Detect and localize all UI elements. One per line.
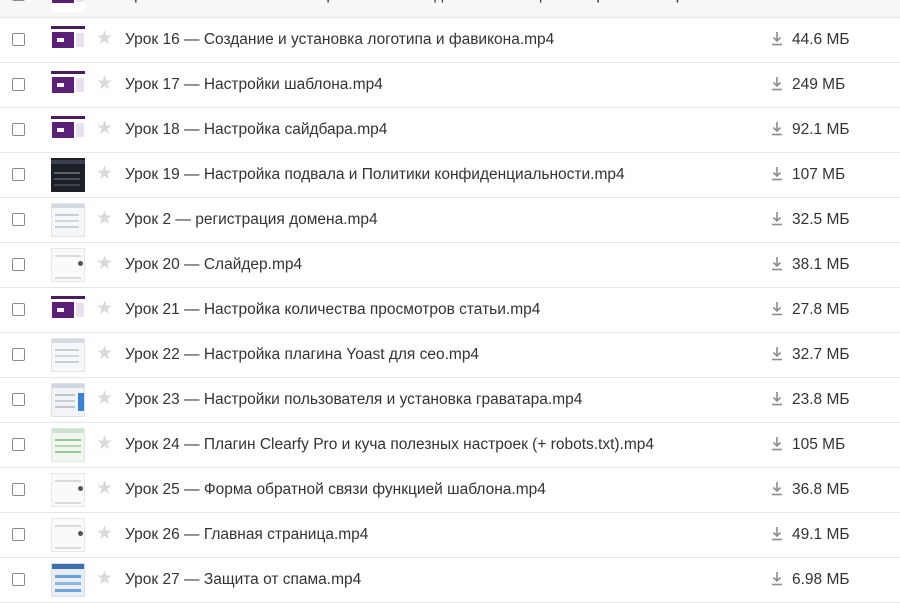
video-thumbnail[interactable] [51, 338, 85, 372]
download-icon[interactable] [770, 255, 784, 273]
video-thumbnail[interactable] [51, 248, 85, 282]
download-icon[interactable] [770, 390, 784, 408]
file-size: 23.8 МБ [792, 391, 850, 408]
file-name[interactable]: Урок 15 — Установка и настройка плагина … [125, 0, 693, 4]
video-thumbnail[interactable] [51, 563, 85, 597]
checkbox-icon[interactable] [12, 393, 25, 406]
file-size: 44.6 МБ [792, 31, 850, 48]
star-icon[interactable]: ★ [96, 479, 113, 499]
file-name[interactable]: Урок 18 — Настройка сайдбара.mp4 [125, 121, 387, 139]
download-icon[interactable] [770, 345, 784, 363]
checkbox-icon[interactable] [12, 438, 25, 451]
file-size: 249 МБ [792, 76, 846, 93]
video-thumbnail[interactable] [51, 113, 85, 147]
star-icon[interactable]: ★ [96, 29, 113, 49]
download-icon[interactable] [770, 210, 784, 228]
star-icon[interactable]: ★ [96, 119, 113, 139]
file-row[interactable]: ★ Урок 2 — регистрация домена.mp4 32.5 МБ [0, 198, 900, 243]
video-thumbnail[interactable] [51, 158, 85, 192]
file-size: 6.98 МБ [792, 571, 850, 588]
download-icon[interactable] [770, 75, 784, 93]
video-thumbnail[interactable] [51, 383, 85, 417]
download-icon[interactable] [770, 120, 784, 138]
file-size: 49.1 МБ [792, 526, 850, 543]
file-row[interactable]: ★ Урок 23 — Настройки пользователя и уста… [0, 378, 900, 423]
checkbox-icon[interactable] [12, 483, 25, 496]
file-name[interactable]: Урок 22 — Настройка плагина Yoast для се… [125, 346, 479, 364]
star-icon[interactable]: ★ [96, 254, 113, 274]
file-name[interactable]: Урок 27 — Защита от спама.mp4 [125, 571, 361, 589]
checkbox-icon[interactable] [12, 168, 25, 181]
video-thumbnail[interactable] [51, 203, 85, 237]
star-icon[interactable]: ★ [96, 0, 113, 4]
file-row[interactable]: ★ Урок 17 — Настройки шаблона.mp4 249 МБ [0, 63, 900, 108]
file-name[interactable]: Урок 20 — Слайдер.mp4 [125, 256, 302, 274]
file-name[interactable]: Урок 19 — Настройка подвала и Политики к… [125, 166, 625, 184]
video-thumbnail[interactable] [51, 518, 85, 552]
file-size: 105 МБ [792, 436, 846, 453]
checkbox-icon[interactable] [12, 0, 25, 1]
file-size: 32.7 МБ [792, 346, 850, 363]
download-icon[interactable] [770, 300, 784, 318]
download-icon[interactable] [770, 570, 784, 588]
file-name[interactable]: Урок 26 — Главная страница.mp4 [125, 526, 368, 544]
file-row[interactable]: ★ Урок 18 — Настройка сайдбара.mp4 92.1 МБ [0, 108, 900, 153]
checkbox-icon[interactable] [12, 213, 25, 226]
download-icon[interactable] [770, 165, 784, 183]
star-icon[interactable]: ★ [96, 74, 113, 94]
file-row[interactable]: ★ Урок 15 — Установка и настройка плагина… [0, 0, 900, 18]
file-row[interactable]: ★ Урок 25 — Форма обратной связи функцией… [0, 468, 900, 513]
file-name[interactable]: Урок 2 — регистрация домена.mp4 [125, 211, 378, 229]
download-icon[interactable] [770, 30, 784, 48]
checkbox-icon[interactable] [12, 78, 25, 91]
checkbox-icon[interactable] [12, 303, 25, 316]
file-row[interactable]: ★ Урок 16 — Создание и установка логотипа… [0, 18, 900, 63]
star-icon[interactable]: ★ [96, 434, 113, 454]
file-size: 107 МБ [792, 166, 846, 183]
video-thumbnail[interactable] [51, 428, 85, 462]
file-size: 32.5 МБ [792, 211, 850, 228]
file-row[interactable]: ★ Урок 26 — Главная страница.mp4 49.1 МБ [0, 513, 900, 558]
file-name[interactable]: Урок 24 — Плагин Clearfy Pro и куча поле… [125, 436, 654, 454]
video-thumbnail[interactable] [51, 68, 85, 102]
file-size: 36.8 МБ [792, 481, 850, 498]
star-icon[interactable]: ★ [96, 299, 113, 319]
star-icon[interactable]: ★ [96, 389, 113, 409]
video-thumbnail[interactable] [51, 23, 85, 57]
file-name[interactable]: Урок 21 — Настройка количества просмотро… [125, 301, 540, 319]
download-icon[interactable] [770, 480, 784, 498]
file-size: 92.1 МБ [792, 121, 850, 138]
file-row[interactable]: ★ Урок 20 — Слайдер.mp4 38.1 МБ [0, 243, 900, 288]
star-icon[interactable]: ★ [96, 524, 113, 544]
download-icon[interactable] [770, 435, 784, 453]
file-list: ★ Урок 15 — Установка и настройка плагина… [0, 0, 900, 603]
file-row[interactable]: ★ Урок 19 — Настройка подвала и Политики … [0, 153, 900, 198]
file-row[interactable]: ★ Урок 27 — Защита от спама.mp4 6.98 МБ [0, 558, 900, 603]
file-size: 27.8 МБ [792, 301, 850, 318]
video-thumbnail[interactable] [51, 0, 85, 12]
download-icon[interactable] [770, 525, 784, 543]
star-icon[interactable]: ★ [96, 164, 113, 184]
video-thumbnail[interactable] [51, 293, 85, 327]
file-row[interactable]: ★ Урок 24 — Плагин Clearfy Pro и куча пол… [0, 423, 900, 468]
file-row[interactable]: ★ Урок 21 — Настройка количества просмотр… [0, 288, 900, 333]
checkbox-icon[interactable] [12, 258, 25, 271]
checkbox-icon[interactable] [12, 348, 25, 361]
star-icon[interactable]: ★ [96, 569, 113, 589]
file-name[interactable]: Урок 17 — Настройки шаблона.mp4 [125, 76, 383, 94]
checkbox-icon[interactable] [12, 528, 25, 541]
file-name[interactable]: Урок 25 — Форма обратной связи функцией … [125, 481, 546, 499]
file-name[interactable]: Урок 16 — Создание и установка логотипа … [125, 31, 554, 49]
star-icon[interactable]: ★ [96, 344, 113, 364]
checkbox-icon[interactable] [12, 573, 25, 586]
star-icon[interactable]: ★ [96, 209, 113, 229]
file-size: 38.1 МБ [792, 256, 850, 273]
file-row[interactable]: ★ Урок 22 — Настройка плагина Yoast для с… [0, 333, 900, 378]
video-thumbnail[interactable] [51, 473, 85, 507]
checkbox-icon[interactable] [12, 33, 25, 46]
checkbox-icon[interactable] [12, 123, 25, 136]
file-name[interactable]: Урок 23 — Настройки пользователя и устан… [125, 391, 582, 409]
